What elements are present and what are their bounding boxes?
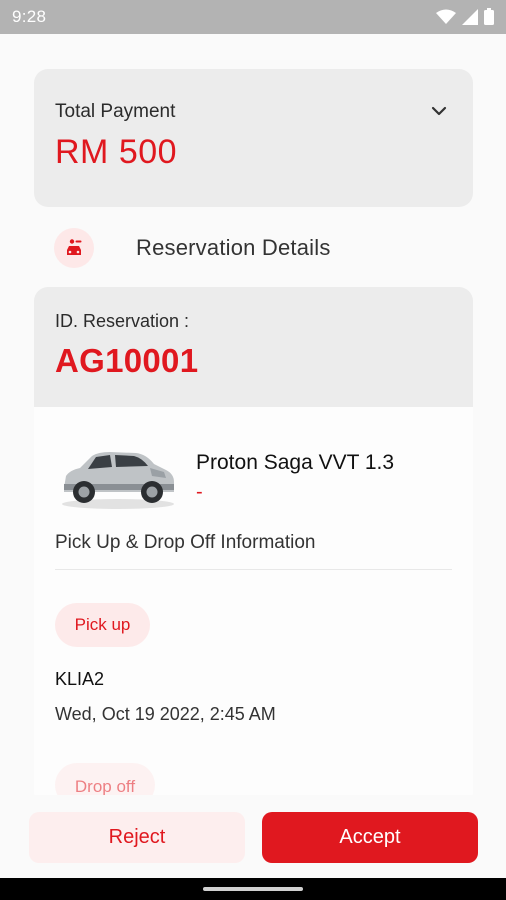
reject-button[interactable]: Reject [29, 812, 245, 863]
car-subtitle: - [196, 481, 203, 503]
home-indicator[interactable] [203, 887, 303, 891]
pickup-dropoff-title: Pick Up & Drop Off Information [55, 532, 316, 553]
pickup-datetime: Wed, Oct 19 2022, 2:45 AM [55, 704, 276, 724]
reservation-details-title: Reservation Details [136, 235, 331, 260]
status-time: 9:28 [12, 7, 47, 26]
total-payment-card[interactable]: Total Payment RM 500 [34, 69, 473, 207]
accept-button[interactable]: Accept [262, 812, 478, 863]
divider [55, 569, 452, 570]
navigation-bar [0, 878, 506, 900]
battery-icon [484, 8, 494, 25]
reservation-details-header: Reservation Details [54, 228, 454, 268]
chevron-down-icon[interactable] [429, 101, 449, 121]
status-bar: 9:28 [0, 0, 506, 34]
total-payment-amount: RM 500 [55, 133, 178, 171]
signal-icon [462, 8, 478, 25]
car-image [62, 452, 174, 509]
pickup-badge: Pick up [55, 603, 150, 647]
car-name: Proton Saga VVT 1.3 [196, 451, 395, 474]
reservation-id-value: AG10001 [55, 342, 199, 379]
pickup-location: KLIA2 [55, 669, 105, 689]
reservation-card: ID. Reservation : AG10001 Proton Saga VV… [34, 287, 473, 807]
system-icons [436, 8, 494, 25]
wifi-icon [436, 9, 456, 24]
total-payment-label: Total Payment [55, 101, 176, 122]
action-bar: Reject Accept [0, 795, 506, 878]
car-user-icon [54, 228, 94, 268]
reservation-id-label: ID. Reservation : [55, 311, 190, 331]
reservation-id-header: ID. Reservation : AG10001 [34, 287, 473, 407]
